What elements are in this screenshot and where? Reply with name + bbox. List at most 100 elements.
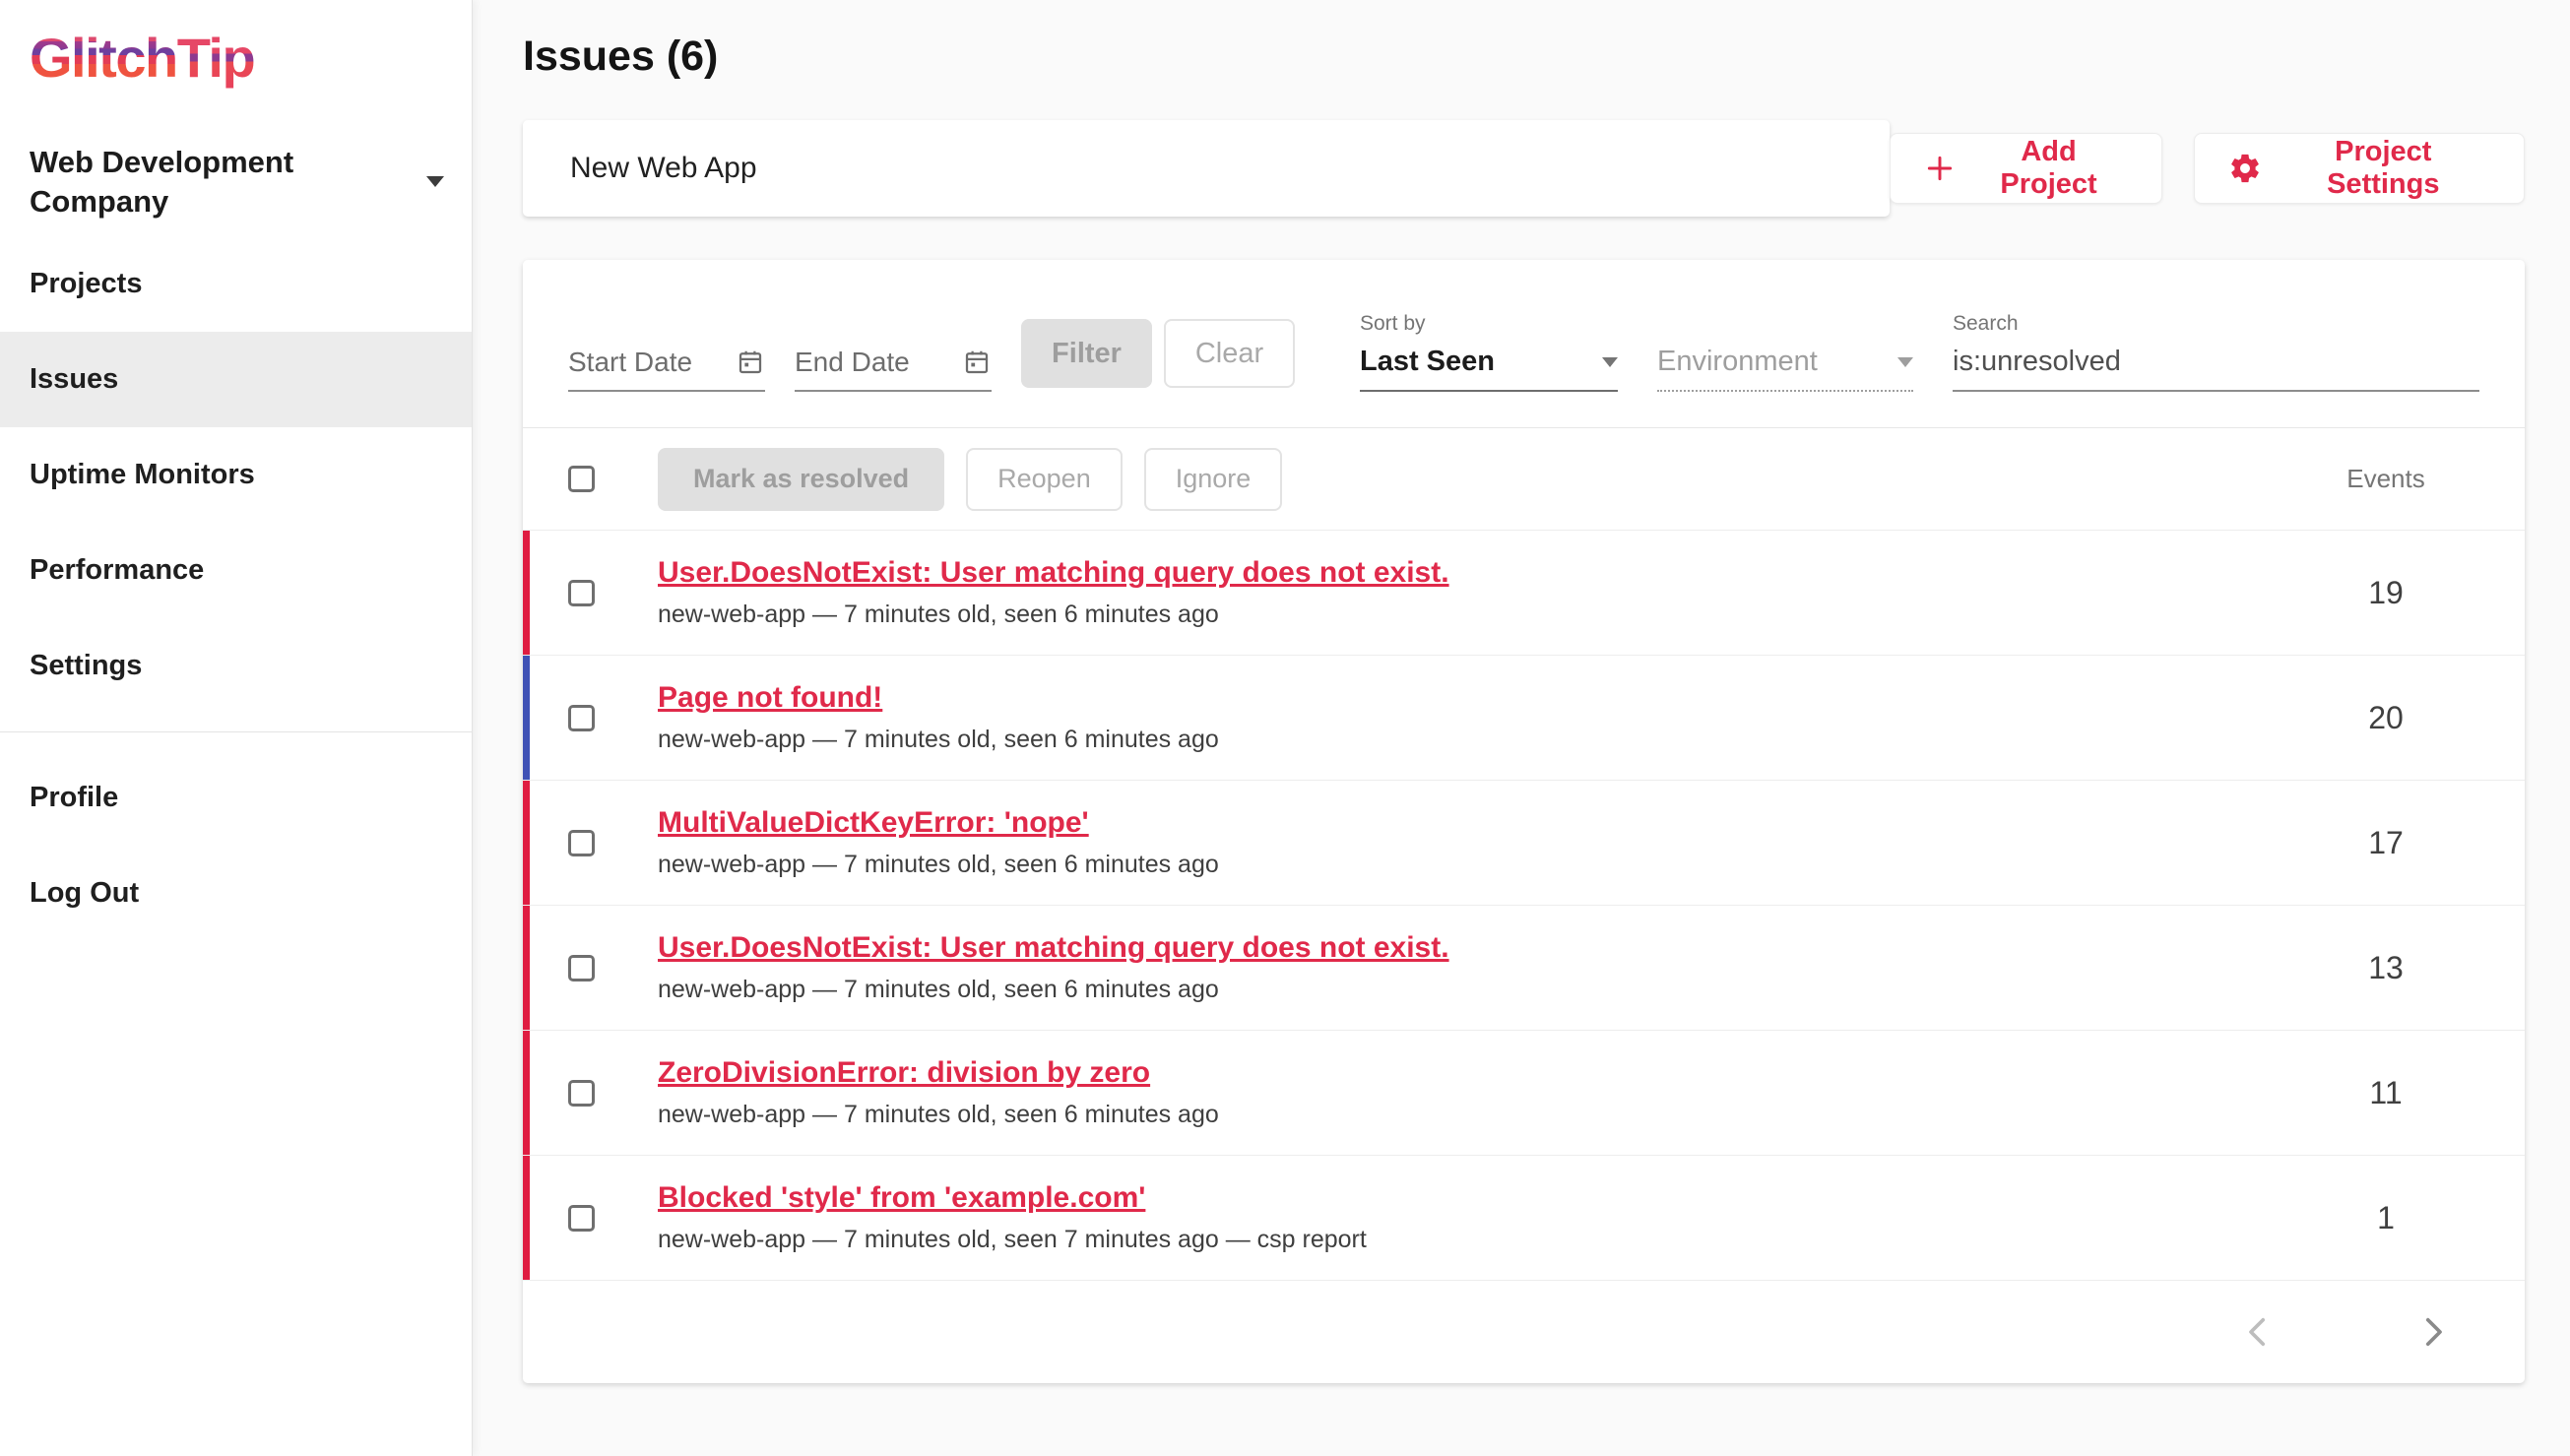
issue-events-count: 11 <box>2292 1075 2479 1111</box>
issue-meta: new-web-app — 7 minutes old, seen 7 minu… <box>658 1226 1367 1254</box>
end-date-field[interactable]: End Date <box>795 347 992 392</box>
error-level-stripe <box>523 906 530 1030</box>
add-project-label: Add Project <box>1970 136 2128 201</box>
issue-checkbox[interactable] <box>568 955 595 981</box>
sidebar-nav: Projects Issues Uptime Monitors Performa… <box>0 236 472 714</box>
issues-list: User.DoesNotExist: User matching query d… <box>523 530 2525 1280</box>
clear-button[interactable]: Clear <box>1164 319 1295 388</box>
app-logo[interactable]: GlitchTip <box>30 26 472 90</box>
project-settings-button[interactable]: Project Settings <box>2194 133 2525 204</box>
issue-row: User.DoesNotExist: User matching query d… <box>523 905 2525 1030</box>
sidebar-item-label: Log Out <box>30 877 139 910</box>
issue-row: User.DoesNotExist: User matching query d… <box>523 530 2525 655</box>
issue-checkbox[interactable] <box>568 1080 595 1107</box>
issue-title-link[interactable]: MultiValueDictKeyError: 'nope' <box>658 806 1089 839</box>
gear-icon <box>2228 152 2262 185</box>
ignore-button[interactable]: Ignore <box>1144 448 1283 511</box>
sidebar-item-label: Profile <box>30 782 118 814</box>
search-input-value: is:unresolved <box>1953 346 2121 378</box>
app-logo-text: Glitch <box>30 27 177 89</box>
reopen-button[interactable]: Reopen <box>966 448 1123 511</box>
sidebar-item-log-out[interactable]: Log Out <box>0 846 472 941</box>
sidebar-divider <box>0 731 472 732</box>
project-filter-value: New Web App <box>570 152 757 185</box>
next-page-button[interactable] <box>2412 1311 2454 1353</box>
chevron-right-icon <box>2412 1311 2454 1353</box>
issues-card: Start Date End Date Filter Clear Sort by… <box>523 260 2525 1383</box>
issue-meta: new-web-app — 7 minutes old, seen 6 minu… <box>658 726 1219 754</box>
filter-button[interactable]: Filter <box>1021 319 1152 388</box>
organization-picker[interactable]: Web Development Company <box>30 143 444 221</box>
bulk-actions-bar: Mark as resolved Reopen Ignore Events <box>523 427 2525 530</box>
issue-checkbox[interactable] <box>568 1205 595 1232</box>
sort-by-label: Sort by <box>1360 312 1618 336</box>
issue-events-count: 19 <box>2292 575 2479 611</box>
caret-down-icon <box>1602 357 1618 367</box>
issue-meta: new-web-app — 7 minutes old, seen 6 minu… <box>658 601 1449 629</box>
error-level-stripe <box>523 1031 530 1155</box>
environment-select[interactable]: Environment <box>1657 346 1913 392</box>
page-title: Issues (6) <box>523 32 2525 81</box>
issue-row: Page not found! new-web-app — 7 minutes … <box>523 655 2525 780</box>
start-date-placeholder: Start Date <box>568 347 692 378</box>
project-filter-input[interactable]: New Web App <box>523 120 1890 217</box>
add-project-button[interactable]: Add Project <box>1890 133 2162 204</box>
issue-title-link[interactable]: Page not found! <box>658 681 882 714</box>
previous-page-button[interactable] <box>2237 1311 2279 1353</box>
info-level-stripe <box>523 656 530 780</box>
sidebar-item-uptime-monitors[interactable]: Uptime Monitors <box>0 427 472 523</box>
error-level-stripe <box>523 1156 530 1280</box>
events-column-header: Events <box>2292 464 2479 494</box>
issue-events-count: 20 <box>2292 700 2479 736</box>
sidebar-item-label: Settings <box>30 650 142 682</box>
issue-meta: new-web-app — 7 minutes old, seen 6 minu… <box>658 976 1449 1004</box>
issue-meta: new-web-app — 7 minutes old, seen 6 minu… <box>658 1101 1219 1129</box>
sidebar-item-label: Performance <box>30 554 204 587</box>
issue-checkbox[interactable] <box>568 705 595 731</box>
main-content: Issues (6) New Web App Add Project Proje… <box>474 0 2570 1456</box>
issue-events-count: 13 <box>2292 950 2479 986</box>
issue-title-link[interactable]: ZeroDivisionError: division by zero <box>658 1056 1150 1089</box>
sort-by-value: Last Seen <box>1360 346 1495 378</box>
issue-meta: new-web-app — 7 minutes old, seen 6 minu… <box>658 851 1219 879</box>
sidebar-item-issues[interactable]: Issues <box>0 332 472 427</box>
environment-placeholder: Environment <box>1657 346 1818 378</box>
sidebar-item-performance[interactable]: Performance <box>0 523 472 618</box>
pagination <box>523 1280 2525 1383</box>
app-logo-text: Tip <box>177 27 254 89</box>
issue-title-link[interactable]: User.DoesNotExist: User matching query d… <box>658 556 1449 589</box>
filter-bar: Start Date End Date Filter Clear Sort by… <box>523 260 2525 427</box>
issue-events-count: 1 <box>2292 1200 2479 1236</box>
organization-name: Web Development Company <box>30 143 384 221</box>
project-settings-label: Project Settings <box>2277 136 2490 201</box>
issue-row: MultiValueDictKeyError: 'nope' new-web-a… <box>523 780 2525 905</box>
error-level-stripe <box>523 531 530 655</box>
sidebar-item-label: Uptime Monitors <box>30 459 255 491</box>
plus-icon <box>1924 153 1956 184</box>
issue-row: ZeroDivisionError: division by zero new-… <box>523 1030 2525 1155</box>
issue-checkbox[interactable] <box>568 830 595 856</box>
caret-down-icon <box>426 176 444 187</box>
sidebar-footer-nav: Profile Log Out <box>0 750 472 941</box>
sidebar-item-settings[interactable]: Settings <box>0 618 472 714</box>
issue-row: Blocked 'style' from 'example.com' new-w… <box>523 1155 2525 1280</box>
sidebar-item-label: Projects <box>30 268 142 300</box>
end-date-placeholder: End Date <box>795 347 910 378</box>
sidebar-item-profile[interactable]: Profile <box>0 750 472 846</box>
start-date-field[interactable]: Start Date <box>568 347 765 392</box>
search-label: Search <box>1953 312 2479 336</box>
sort-by-select[interactable]: Sort by Last Seen <box>1360 312 1618 392</box>
error-level-stripe <box>523 781 530 905</box>
sidebar-item-label: Issues <box>30 363 118 396</box>
issue-title-link[interactable]: Blocked 'style' from 'example.com' <box>658 1181 1145 1214</box>
project-bar: New Web App Add Project Project Settings <box>523 120 2525 217</box>
calendar-icon <box>962 348 992 377</box>
issue-title-link[interactable]: User.DoesNotExist: User matching query d… <box>658 931 1449 964</box>
chevron-left-icon <box>2237 1311 2279 1353</box>
caret-down-icon <box>1897 357 1913 367</box>
search-field[interactable]: Search is:unresolved <box>1953 312 2479 392</box>
sidebar-item-projects[interactable]: Projects <box>0 236 472 332</box>
select-all-checkbox[interactable] <box>568 466 595 492</box>
issue-checkbox[interactable] <box>568 580 595 606</box>
mark-as-resolved-button[interactable]: Mark as resolved <box>658 448 944 511</box>
